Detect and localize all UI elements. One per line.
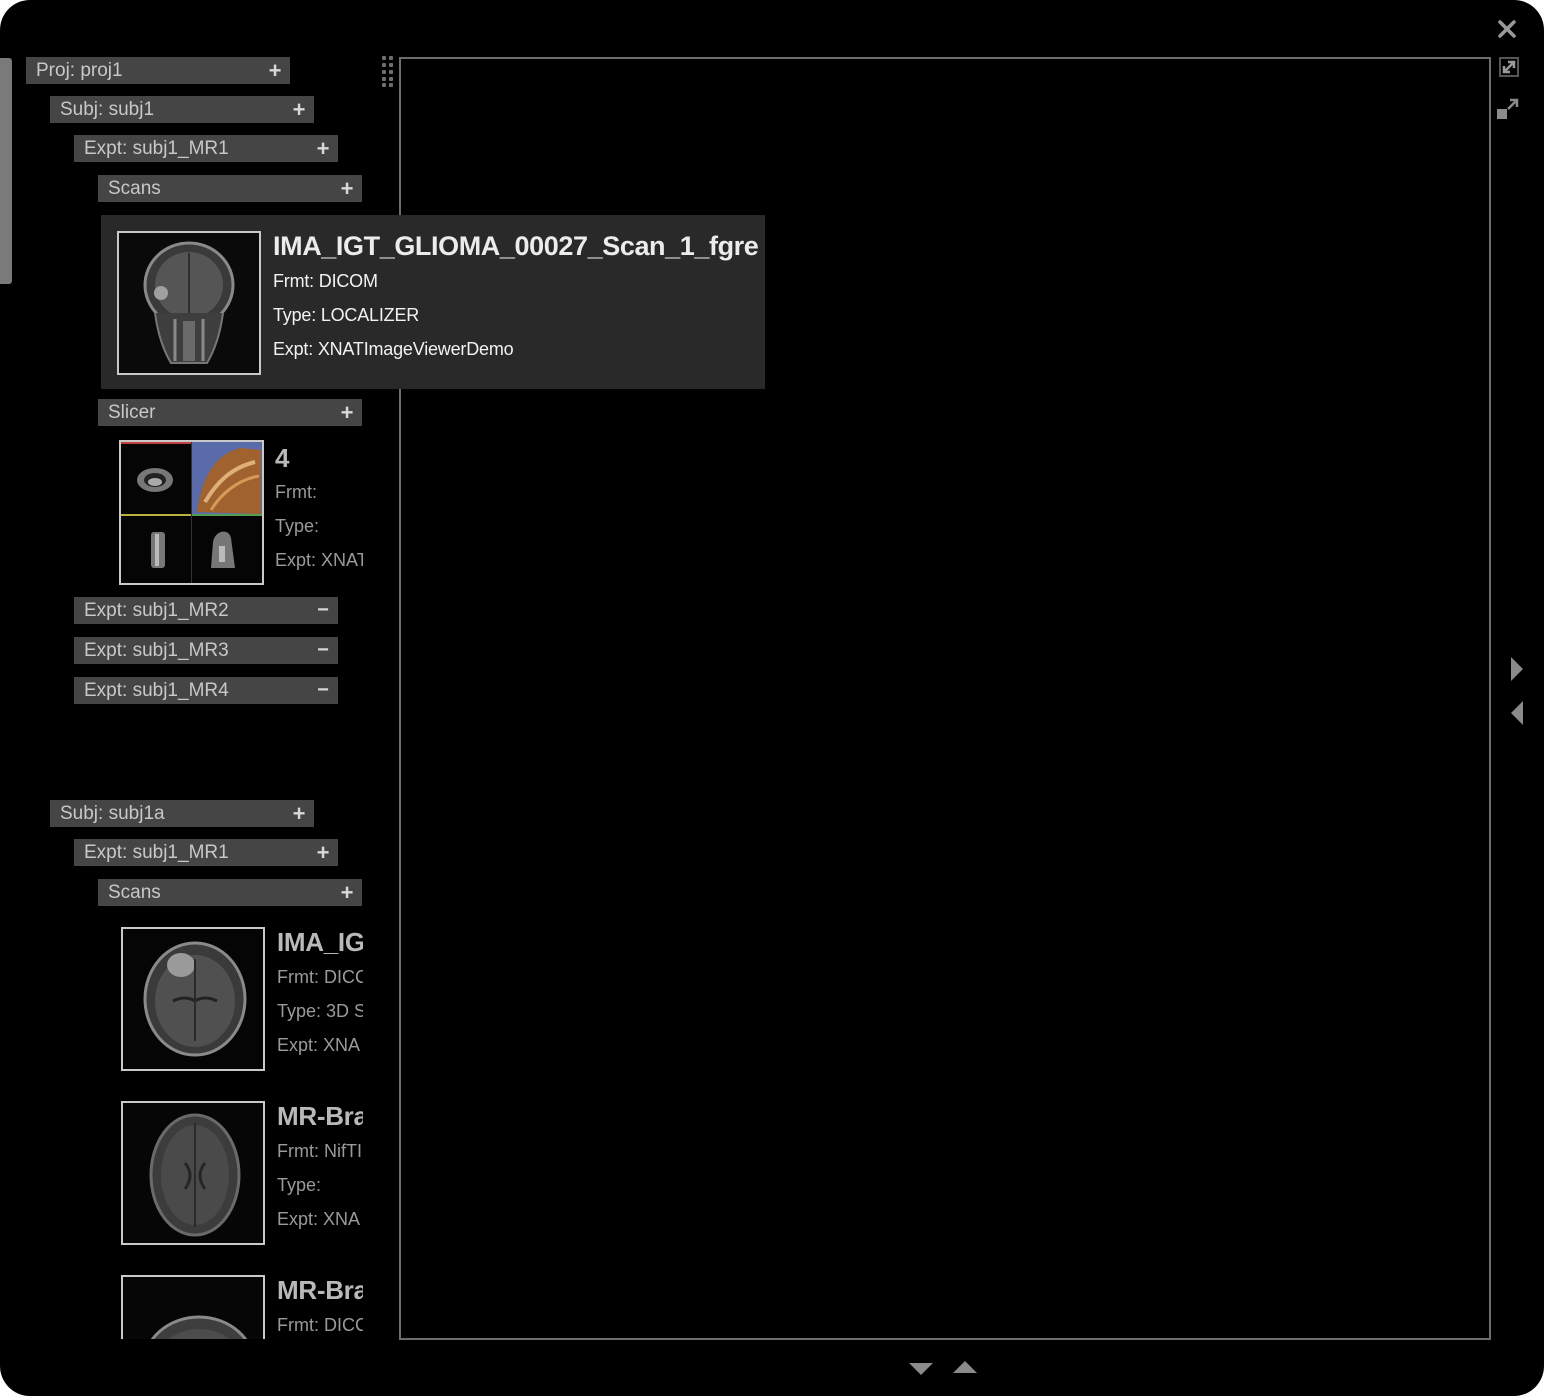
- thumbnail-title: MR-Bra: [277, 1275, 363, 1305]
- arrow-left-icon[interactable]: [1508, 699, 1526, 727]
- tree-node-label: Expt: subj1_MR1: [84, 138, 229, 159]
- tree-node-label: Scans: [108, 178, 161, 199]
- tree-node-experiment[interactable]: Expt: subj1_MR1 +: [74, 135, 338, 162]
- tree-node-experiment[interactable]: Expt: subj1_MR2 −: [74, 597, 338, 624]
- collapse-toggle[interactable]: −: [314, 637, 332, 664]
- tree-node-project[interactable]: Proj: proj1 +: [26, 57, 290, 84]
- tree-node-label: Expt: subj1_MR3: [84, 640, 229, 661]
- popup-experiment: Expt: XNATImageViewerDemo: [273, 339, 514, 359]
- thumbnail-hover-popup[interactable]: IMA_IGT_GLIOMA_00027_Scan_1_fgre Frmt: D…: [101, 215, 765, 389]
- expand-toggle[interactable]: +: [338, 175, 356, 202]
- thumbnail-format: Frmt: NifTI: [277, 1141, 362, 1161]
- expand-toggle[interactable]: +: [266, 57, 284, 84]
- arrow-up-icon[interactable]: [951, 1358, 979, 1376]
- tree-scrollbar[interactable]: [0, 58, 12, 284]
- thumbnail-type: Type:: [277, 1175, 322, 1195]
- thumbnail-format: Frmt: DICC: [277, 1315, 363, 1335]
- expand-toggle[interactable]: +: [338, 399, 356, 426]
- arrow-right-icon[interactable]: [1508, 655, 1526, 683]
- thumbnail-title: 4: [275, 443, 290, 473]
- popup-title: IMA_IGT_GLIOMA_00027_Scan_1_fgre: [273, 231, 759, 261]
- thumbnail-title: MR-Bra: [277, 1101, 363, 1131]
- thumbnail-image: [121, 1101, 265, 1245]
- tree-node-experiment[interactable]: Expt: subj1_MR3 −: [74, 637, 338, 664]
- expand-toggle[interactable]: +: [290, 96, 308, 123]
- expand-toggle[interactable]: +: [338, 879, 356, 906]
- collapse-toggle[interactable]: −: [314, 597, 332, 624]
- thumbnail-format: Frmt: DICC: [277, 967, 363, 987]
- tree-node-label: Subj: subj1a: [60, 803, 165, 824]
- thumbnail-image: [117, 231, 261, 375]
- thumbnail-image: [119, 440, 264, 585]
- tree-node-label: Subj: subj1: [60, 99, 155, 120]
- popup-format: Frmt: DICOM: [273, 271, 378, 291]
- collapse-icon[interactable]: [1496, 97, 1520, 121]
- thumbnail-experiment: Expt: XNATIm: [275, 550, 363, 570]
- thumbnail-experiment: Expt: XNA: [277, 1035, 361, 1055]
- tree-node-scans[interactable]: Scans +: [98, 879, 362, 906]
- popup-type: Type: LOCALIZER: [273, 305, 420, 325]
- expand-toggle[interactable]: +: [314, 135, 332, 162]
- thumbnail-experiment: Expt: XNA: [277, 1209, 361, 1229]
- arrow-down-icon[interactable]: [907, 1360, 935, 1378]
- tree-node-experiment[interactable]: Expt: subj1_MR4 −: [74, 677, 338, 704]
- collapse-toggle[interactable]: −: [314, 677, 332, 704]
- thumbnail-image: [121, 1275, 265, 1339]
- tree-node-label: Expt: subj1_MR4: [84, 680, 229, 701]
- tree-node-label: Slicer: [108, 402, 156, 423]
- thumbnail-image: [121, 927, 265, 1071]
- expand-toggle[interactable]: +: [314, 839, 332, 866]
- thumbnail-type: Type:: [275, 516, 320, 536]
- thumbnail-title: IMA_IG: [277, 927, 363, 957]
- tree-node-scans[interactable]: Scans +: [98, 175, 362, 202]
- tree-node-label: Proj: proj1: [36, 60, 123, 81]
- tree-node-label: Scans: [108, 882, 161, 903]
- drag-handle-icon[interactable]: [380, 56, 396, 88]
- tree-node-label: Expt: subj1_MR1: [84, 842, 229, 863]
- expand-toggle[interactable]: +: [290, 800, 308, 827]
- tree-node-label: Expt: subj1_MR2: [84, 600, 229, 621]
- tree-node-slicer[interactable]: Slicer +: [98, 399, 362, 426]
- tree-node-subject[interactable]: Subj: subj1a +: [50, 800, 314, 827]
- close-icon[interactable]: [1496, 18, 1518, 40]
- tree-node-subject[interactable]: Subj: subj1 +: [50, 96, 314, 123]
- viewer-window: Proj: proj1 + Subj: subj1 + Expt: subj1_…: [0, 0, 1544, 1396]
- thumbnail-format: Frmt:: [275, 482, 317, 502]
- expand-icon[interactable]: [1498, 56, 1520, 78]
- thumbnail-type: Type: 3D S: [277, 1001, 363, 1021]
- tree-node-experiment[interactable]: Expt: subj1_MR1 +: [74, 839, 338, 866]
